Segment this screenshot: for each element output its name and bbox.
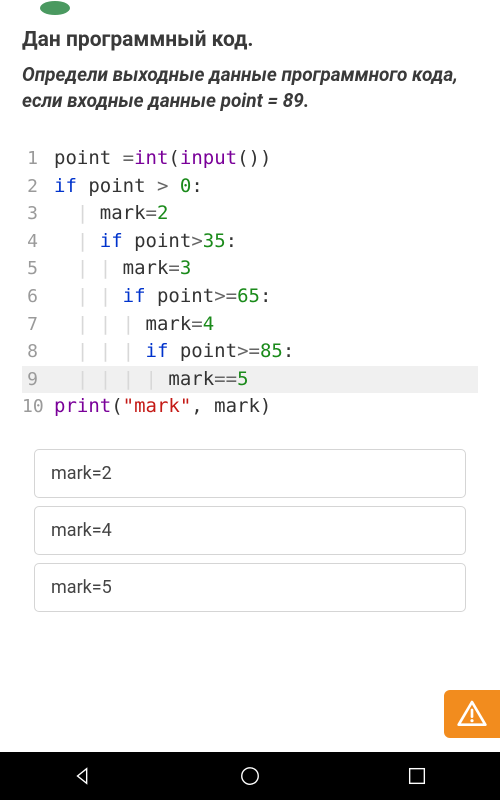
line-number: 2	[22, 174, 54, 200]
code-text: if point > 0:	[54, 173, 203, 201]
code-text: | | mark=3	[54, 255, 191, 283]
code-line: 3 | mark=2	[22, 200, 478, 228]
back-button[interactable]	[70, 763, 96, 789]
app-header	[0, 0, 500, 16]
answer-option[interactable]: mark=2	[34, 449, 466, 498]
code-block: 1point =int(input())2if point > 0:3 | ma…	[22, 145, 478, 420]
answer-option[interactable]: mark=5	[34, 563, 466, 612]
code-text: | | | if point>=85:	[54, 338, 294, 366]
line-number: 8	[22, 339, 54, 365]
line-number: 10	[22, 394, 54, 420]
code-text: print("mark", mark)	[54, 393, 271, 421]
line-number: 4	[22, 229, 54, 255]
line-number: 9	[22, 367, 54, 393]
recent-button[interactable]	[404, 763, 430, 789]
code-line: 9 | | | | mark==5	[22, 366, 478, 394]
code-line: 2if point > 0:	[22, 173, 478, 201]
answer-list: mark=2 mark=4 mark=5	[22, 449, 478, 612]
question-subheading: Определи выходные данные программного ко…	[22, 62, 478, 113]
line-number: 5	[22, 256, 54, 282]
question-heading: Дан программный код.	[22, 28, 478, 52]
alert-button[interactable]	[444, 690, 500, 738]
answer-option[interactable]: mark=4	[34, 506, 466, 555]
code-line: 4 | if point>35:	[22, 228, 478, 256]
logo-icon	[40, 1, 70, 15]
code-line: 5 | | mark=3	[22, 255, 478, 283]
code-text: | mark=2	[54, 200, 168, 228]
line-number: 3	[22, 201, 54, 227]
code-line: 8 | | | if point>=85:	[22, 338, 478, 366]
code-text: | if point>35:	[54, 228, 237, 256]
home-icon	[239, 765, 261, 787]
code-line: 10print("mark", mark)	[22, 393, 478, 421]
code-line: 1point =int(input())	[22, 145, 478, 173]
home-button[interactable]	[237, 763, 263, 789]
recent-icon	[406, 765, 428, 787]
code-line: 7 | | | mark=4	[22, 311, 478, 339]
code-text: | | | mark=4	[54, 311, 214, 339]
code-line: 6 | | if point>=65:	[22, 283, 478, 311]
code-text: | | | | mark==5	[54, 366, 249, 394]
system-nav-bar	[0, 752, 500, 800]
question-content: Дан программный код. Определи выходные д…	[0, 16, 500, 612]
line-number: 7	[22, 312, 54, 338]
line-number: 1	[22, 146, 54, 172]
line-number: 6	[22, 284, 54, 310]
warning-icon	[456, 698, 488, 730]
code-text: | | if point>=65:	[54, 283, 271, 311]
back-icon	[72, 765, 94, 787]
code-text: point =int(input())	[54, 145, 271, 173]
